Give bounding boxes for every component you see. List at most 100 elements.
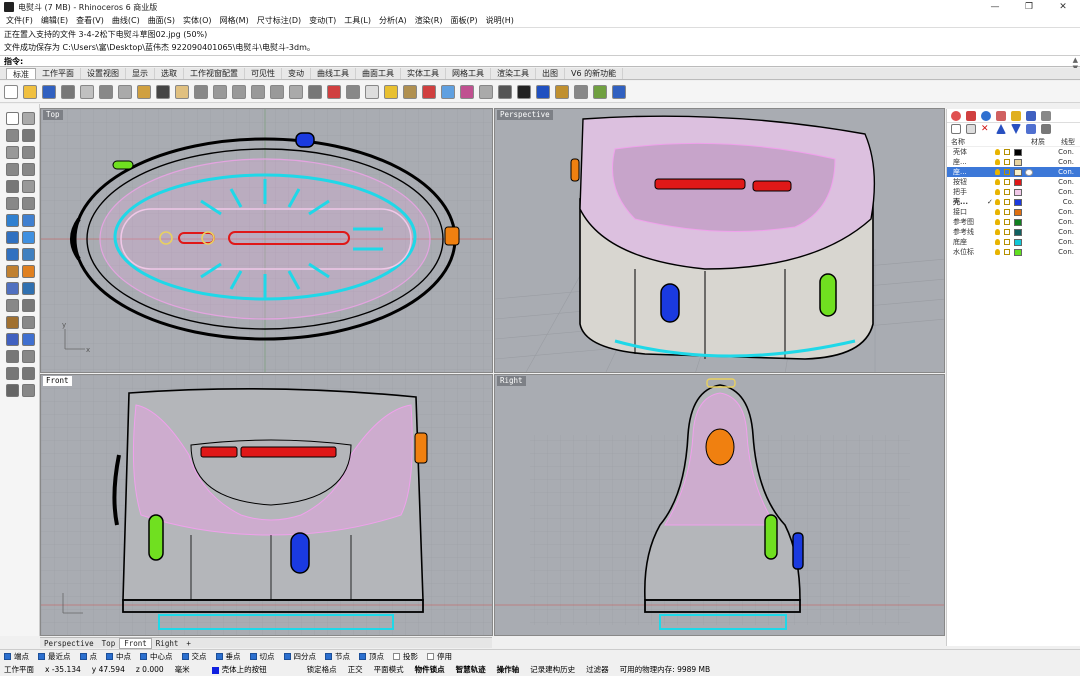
osnap-checkbox[interactable] [427,653,434,660]
menu-item[interactable]: 面板(P) [447,15,482,26]
rotate-view-icon[interactable] [194,84,208,99]
menu-item[interactable]: 渲染(R) [411,15,447,26]
trim-icon[interactable] [6,316,19,329]
move-up-icon[interactable] [996,124,1006,134]
layer-linetype[interactable]: Co. [1063,198,1080,206]
toolbar-tab[interactable]: 可见性 [245,68,282,79]
lock-icon[interactable] [1004,179,1010,185]
layer-row[interactable]: 壳体 Con. [947,147,1080,157]
layer-tool-icon[interactable] [22,367,35,380]
osnap-toggle[interactable]: 中点 [106,651,131,662]
toolbar-tab[interactable]: V6 的新功能 [565,68,624,79]
menu-item[interactable]: 曲线(C) [108,15,144,26]
toolbar-tab[interactable]: 工作视窗配置 [184,68,245,79]
osnap-toggle[interactable]: 最近点 [38,651,71,662]
layers-panel-icon[interactable] [966,110,976,121]
material-swatch[interactable] [1025,168,1033,176]
menu-item[interactable]: 实体(O) [179,15,216,26]
layer-linetype[interactable]: Con. [1058,168,1080,176]
grid-icon[interactable] [308,84,322,99]
layer-row[interactable]: 座... Con. [947,157,1080,167]
status-toggle[interactable]: 可用的物理内存: 9989 MB [620,664,711,675]
light-icon[interactable] [365,84,379,99]
interp-curve-icon[interactable] [22,163,35,176]
osnap-checkbox[interactable] [38,653,45,660]
osnap-toggle[interactable]: 四分点 [283,651,316,662]
osnap-checkbox[interactable] [325,653,332,660]
properties-icon[interactable] [441,84,455,99]
visibility-bulb-icon[interactable] [995,149,1000,155]
layer-linetype[interactable]: Con. [1058,228,1080,236]
layer-icon[interactable] [422,84,436,99]
lock-icon[interactable] [1004,149,1010,155]
status-toggle[interactable]: 物件锁点 [415,664,445,675]
layer-row[interactable]: 接口 Con. [947,207,1080,217]
close-button[interactable]: ✕ [1046,0,1080,14]
status-toggle[interactable]: 正交 [348,664,363,675]
select-pointer-icon[interactable] [6,112,19,125]
open-file-icon[interactable] [23,84,37,99]
toolbar-tab[interactable]: 工作平面 [36,68,81,79]
osnap-checkbox[interactable] [215,653,223,660]
menu-item[interactable]: 文件(F) [2,15,37,26]
curve-icon[interactable] [6,163,19,176]
toolbar-tab[interactable]: 实体工具 [401,68,446,79]
split-icon[interactable] [22,316,35,329]
join-icon[interactable] [6,299,19,312]
cut-icon[interactable] [99,84,113,99]
minimize-button[interactable]: — [978,0,1012,14]
layer-color-swatch[interactable] [1014,228,1022,236]
menu-item[interactable]: 查看(V) [72,15,108,26]
osnap-checkbox[interactable] [106,653,113,660]
arc-icon[interactable] [22,146,35,159]
maximize-button[interactable]: ❐ [1012,0,1046,14]
sphere-black-icon[interactable] [517,84,531,99]
lock-icon[interactable] [1004,219,1010,225]
mesh-tool-icon[interactable] [22,248,35,261]
visibility-bulb-icon[interactable] [995,229,1000,235]
layer-color-swatch[interactable] [1014,158,1022,166]
libraries-panel-icon[interactable] [1011,110,1021,121]
viewport-tab[interactable]: Front [119,637,152,649]
ellipse-icon[interactable] [6,180,19,193]
new-sublayer-icon[interactable] [966,124,976,134]
explode-icon[interactable] [22,299,35,312]
layer-linetype[interactable]: Con. [1058,148,1080,156]
lock-icon[interactable] [1004,199,1010,205]
toolbar-tab[interactable]: 显示 [126,68,155,79]
cplane-icon[interactable] [327,84,341,99]
render-panel-icon[interactable] [981,110,991,121]
properties-panel-icon[interactable] [951,110,961,121]
current-layer[interactable]: 壳体上的按钮 [211,664,267,675]
viewport-tab[interactable]: Top [98,639,120,648]
toolbar-tab[interactable]: 变动 [282,68,311,79]
undo-icon[interactable] [156,84,170,99]
menu-item[interactable]: 尺寸标注(D) [253,15,305,26]
render-icon[interactable] [555,84,569,99]
layer-linetype[interactable]: Con. [1058,218,1080,226]
rectangle-icon[interactable] [6,197,19,210]
status-toggle[interactable]: 记录建构历史 [530,664,575,675]
osnap-toggle[interactable]: 交点 [181,651,207,662]
menu-item[interactable]: 网格(M) [216,15,253,26]
toolbar-tab[interactable]: 网格工具 [446,68,491,79]
line-icon[interactable] [22,129,35,142]
pan-icon[interactable] [175,84,189,99]
copy-icon[interactable] [118,84,132,99]
visibility-bulb-icon[interactable] [995,219,1000,225]
visibility-bulb-icon[interactable] [995,159,1000,165]
extrude-icon[interactable] [22,214,35,227]
viewport-title-right[interactable]: Right [497,376,526,386]
layer-row[interactable]: 按钮 Con. [947,177,1080,187]
zoom-window-icon[interactable] [232,84,246,99]
menu-item[interactable]: 工具(L) [340,15,375,26]
viewport-perspective[interactable]: Perspective [494,108,945,373]
zoom-icon[interactable] [213,84,227,99]
toolbar-tab[interactable]: 出图 [536,68,565,79]
viewport-title-top[interactable]: Top [43,110,63,120]
menu-item[interactable]: 变动(T) [305,15,340,26]
viewport-right[interactable]: Right [494,374,945,636]
visibility-bulb-icon[interactable] [995,199,1000,205]
status-toggle[interactable]: 过滤器 [586,664,609,675]
sphere-blue-icon[interactable] [536,84,550,99]
